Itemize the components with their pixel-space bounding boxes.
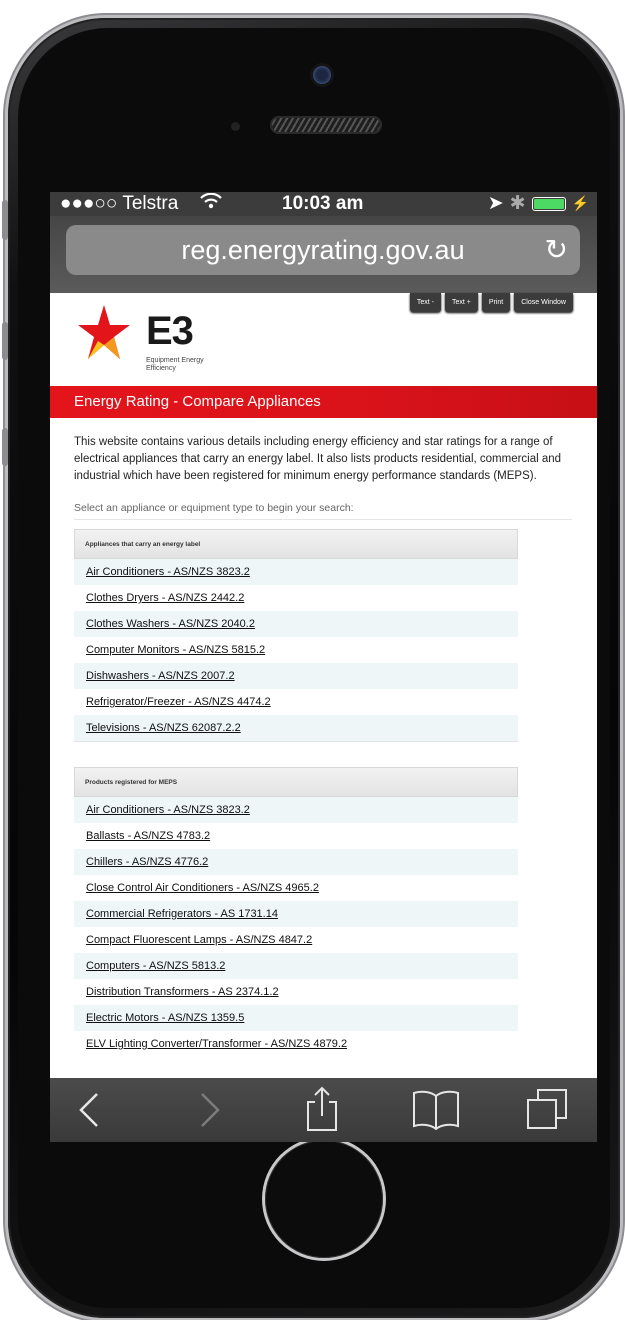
list-item[interactable]: ELV Lighting Converter/Transformer - AS/… [74,1031,518,1057]
list-item[interactable]: Computers - AS/NZS 5813.2 [74,953,518,979]
section-header: Appliances that carry an energy label [74,529,518,559]
carrier-label: ●●●○○ Telstra [60,193,179,214]
proximity-sensor [231,122,240,131]
tabs-icon[interactable] [524,1086,570,1139]
list-item[interactable]: Air Conditioners - AS/NZS 3823.2 [74,797,518,823]
status-time: 10:03 am [282,193,364,214]
wifi-icon [200,192,222,214]
star-logo-icon [78,305,130,359]
list-item[interactable]: Ballasts - AS/NZS 4783.2 [74,823,518,849]
browser-toolbar [50,1078,597,1142]
select-prompt: Select an appliance or equipment type to… [74,502,354,514]
logo-mark: E3 [146,309,194,353]
volume-down-button [2,428,8,466]
text-smaller-button[interactable]: Text - [409,293,441,312]
list-item[interactable]: Refrigerator/Freezer - AS/NZS 4474.2 [74,689,518,715]
web-page: Text - Text + Print Close Window E3 Equi… [50,293,597,1078]
forward-icon[interactable] [194,1090,224,1137]
page-banner: Energy Rating - Compare Appliances [50,386,597,418]
list-item[interactable]: Commercial Refrigerators - AS 1731.14 [74,901,518,927]
earpiece-speaker [270,116,382,134]
battery-icon [531,196,566,211]
section-header: Products registered for MEPS [74,767,518,797]
intro-text: This website contains various details in… [74,436,562,482]
list-item[interactable]: Televisions - AS/NZS 62087.2.2 [74,715,518,741]
back-icon[interactable] [75,1090,105,1137]
list-item[interactable]: Electric Motors - AS/NZS 1359.5 [74,1005,518,1031]
list-item[interactable]: Close Control Air Conditioners - AS/NZS … [74,875,518,901]
page-tools: Text - Text + Print Close Window [409,293,573,312]
status-bar: ●●●○○ Telstra 10:03 am ➤ ✱ ⚡ [50,192,597,216]
print-button[interactable]: Print [481,293,511,312]
page-title: Energy Rating - Compare Appliances [74,393,321,410]
reload-icon[interactable]: ↻ [545,233,568,266]
divider [74,519,572,520]
share-icon[interactable] [304,1086,340,1139]
charging-icon: ⚡ [571,195,589,211]
location-arrow-icon: ➤ [487,193,504,214]
list-item[interactable]: Distribution Transformers - AS 2374.1.2 [74,979,518,1005]
logo-subtitle: Equipment Energy Efficiency [146,357,204,372]
meps-list: Air Conditioners - AS/NZS 3823.2 Ballast… [74,797,518,1057]
screen: ●●●○○ Telstra 10:03 am ➤ ✱ ⚡ reg.energyr… [50,192,597,1142]
energy-label-list: Air Conditioners - AS/NZS 3823.2 Clothes… [74,559,518,741]
list-item[interactable]: Clothes Washers - AS/NZS 2040.2 [74,611,518,637]
list-item[interactable]: Chillers - AS/NZS 4776.2 [74,849,518,875]
list-item[interactable]: Compact Fluorescent Lamps - AS/NZS 4847.… [74,927,518,953]
close-window-button[interactable]: Close Window [514,293,573,312]
front-camera [313,66,331,84]
url-text: reg.energyrating.gov.au [181,234,465,265]
e3-logo[interactable]: E3 Equipment Energy Efficiency [76,299,216,372]
status-right: ➤ ✱ ⚡ [488,192,589,215]
bluetooth-icon: ✱ [509,193,526,214]
address-bar[interactable]: reg.energyrating.gov.au ↻ [66,225,580,275]
list-item[interactable]: Computer Monitors - AS/NZS 5815.2 [74,637,518,663]
home-button[interactable] [265,1140,383,1258]
meps-section: Products registered for MEPS Air Conditi… [74,767,518,1057]
text-larger-button[interactable]: Text + [444,293,478,312]
volume-up-button [2,322,8,360]
list-item[interactable]: Air Conditioners - AS/NZS 3823.2 [74,559,518,585]
list-item[interactable]: Dishwashers - AS/NZS 2007.2 [74,663,518,689]
section-divider [74,741,518,742]
list-item[interactable]: Clothes Dryers - AS/NZS 2442.2 [74,585,518,611]
energy-label-section: Appliances that carry an energy label Ai… [74,529,518,742]
bookmarks-icon[interactable] [412,1088,460,1137]
browser-chrome: ●●●○○ Telstra 10:03 am ➤ ✱ ⚡ reg.energyr… [50,192,597,293]
mute-switch [2,200,8,240]
